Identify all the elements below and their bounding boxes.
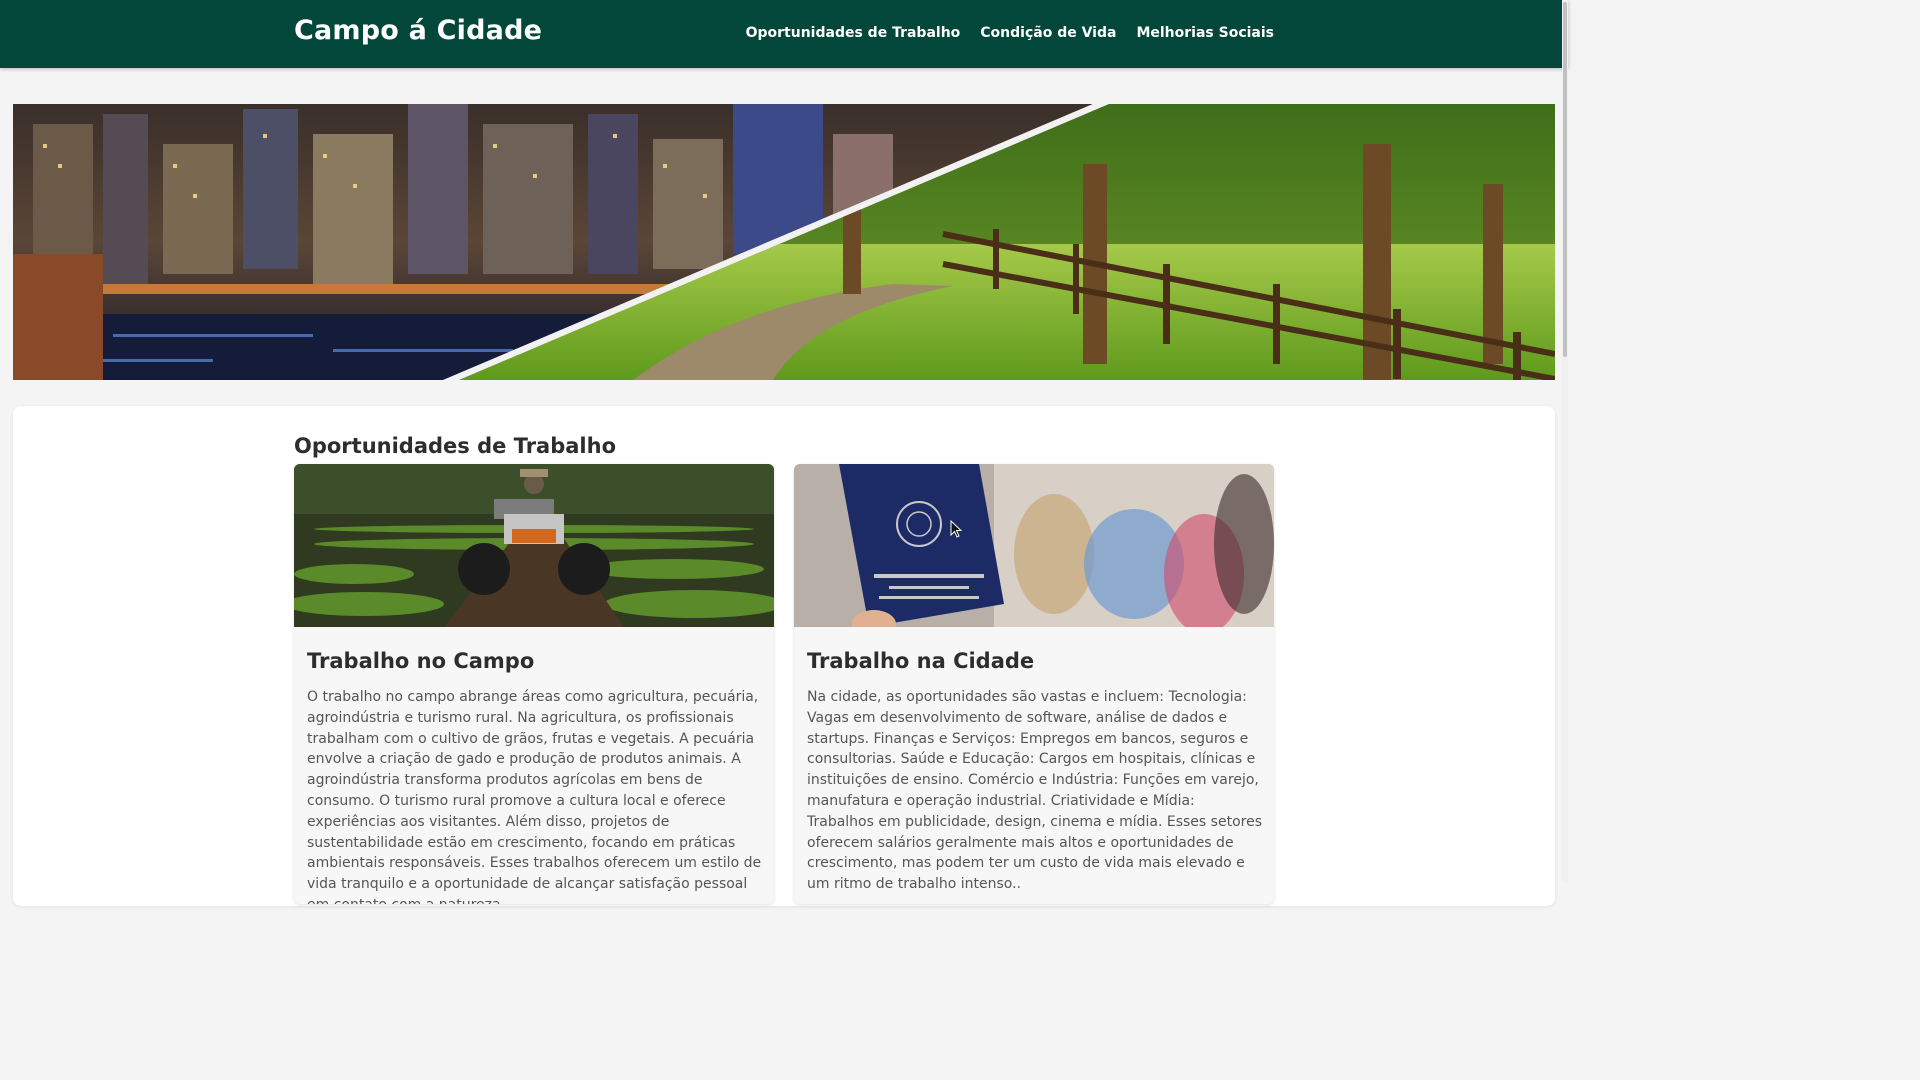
content-panel	[13, 406, 1555, 906]
scrollbar-thumb[interactable]	[1563, 2, 1567, 357]
card-trabalho-no-campo: Trabalho no Campo O trabalho no campo ab…	[294, 464, 774, 904]
nav-link-melhorias-sociais[interactable]: Melhorias Sociais	[1136, 25, 1274, 41]
site-header: Campo á Cidade Oportunidades de Trabalho…	[0, 0, 1568, 68]
card-title: Trabalho na Cidade	[807, 649, 1035, 673]
site-logo[interactable]: Campo á Cidade	[294, 15, 542, 46]
page-scrollbar[interactable]	[1562, 0, 1568, 882]
nav-link-condicao-de-vida[interactable]: Condição de Vida	[980, 25, 1116, 41]
main-nav: Oportunidades de Trabalho Condição de Vi…	[746, 25, 1274, 41]
nav-link-oportunidades[interactable]: Oportunidades de Trabalho	[746, 25, 961, 41]
card-trabalho-na-cidade: Trabalho na Cidade Na cidade, as oportun…	[794, 464, 1274, 904]
card-title: Trabalho no Campo	[307, 649, 535, 673]
hero-banner-image	[13, 104, 1555, 380]
card-text: O trabalho no campo abrange áreas como a…	[307, 689, 762, 904]
mouse-cursor-icon	[950, 520, 962, 538]
work-card-booklet-image	[794, 464, 1274, 627]
section-title: Oportunidades de Trabalho	[294, 434, 617, 458]
tractor-in-field-image	[294, 464, 774, 627]
card-text: Na cidade, as oportunidades são vastas e…	[807, 689, 1262, 893]
